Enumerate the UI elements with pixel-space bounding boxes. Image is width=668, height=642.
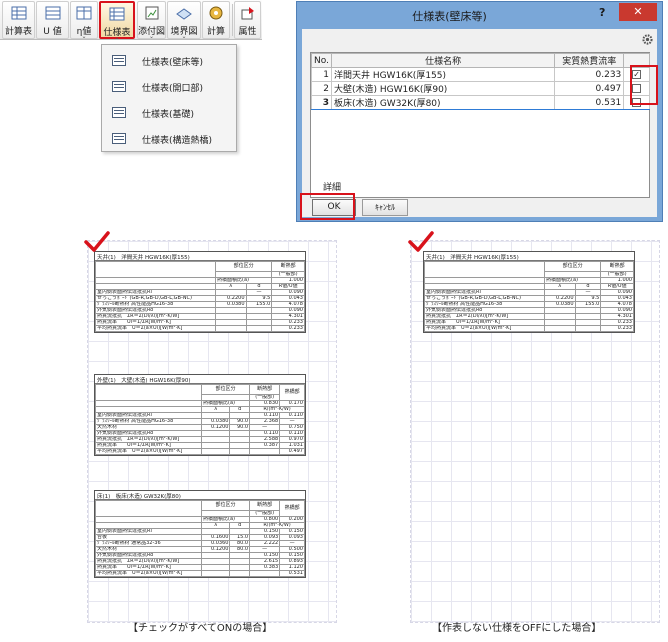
dialog-body: No. 仕様名称 実質熱貫流率 1 洋間天井 HGW16K(厚155) 0.23… — [302, 29, 657, 217]
table-icon — [112, 81, 126, 92]
attached-drawing-button[interactable]: 添付図 ⌄ — [137, 1, 166, 40]
caption-unchecked-off: 【作表しない仕様をOFFにした場合】 — [432, 623, 602, 634]
u-value-icon — [45, 6, 60, 20]
help-button[interactable]: ? — [599, 6, 605, 19]
preview-sheet-unchecked-off: 天井(1) 洋間天井 HGW16K(厚155) 部位区分 断熱部 (一般部) 熱橋… — [410, 240, 660, 623]
checkmark-icon — [408, 231, 434, 252]
report-caption: 天井(1) 洋間天井 HGW16K(厚155) — [95, 252, 305, 261]
column-header-name[interactable]: 仕様名称 — [330, 53, 556, 68]
grid-row-selected[interactable]: 3 板床(木造) GW32K(厚80) 0.531 — [311, 95, 650, 110]
calc-table-button[interactable]: 計算表 — [2, 1, 35, 39]
calculate-button[interactable]: 計算 — [202, 1, 230, 39]
spec-table-button[interactable]: 仕様表 ⌄ — [99, 1, 135, 41]
report-table-floor: 床(1) 板床(木造) GW32K(厚80) 部位区分 断熱部 熱橋部 (一般部) … — [94, 490, 306, 578]
spec-table-dialog: 仕様表(壁床等) ? ✕ No. 仕様名称 実質熱貫流率 1 洋間天井 HGW1… — [296, 1, 663, 222]
boundary-drawing-icon — [176, 8, 192, 20]
row-no: 3 — [311, 95, 332, 110]
spec-table-icon — [109, 7, 125, 21]
dialog-title: 仕様表(壁床等) — [412, 10, 487, 23]
grid-header-row: No. 仕様名称 実質熱貫流率 — [311, 53, 650, 68]
spec-table-menu: 仕様表(壁床等) 仕様表(開口部) 仕様表(基礎) 仕様表(構造熱橋) — [101, 44, 237, 152]
row-name: 洋間天井 HGW16K(厚155) — [330, 67, 556, 82]
menu-item-spec-foundation[interactable]: 仕様表(基礎) — [102, 99, 236, 126]
cancel-button[interactable]: ｷｬﾝｾﾙ — [362, 199, 408, 216]
report-table-ceiling: 天井(1) 洋間天井 HGW16K(厚155) 部位区分 断熱部 (一般部) 熱橋… — [94, 251, 306, 333]
attribute-icon — [241, 7, 254, 20]
report-grid: 部位区分 断熱部 熱橋部 (一般部) 熱橋面積比(a) 0.830 0.170 λ d R/… — [95, 384, 305, 455]
report-grid: 部位区分 断熱部 熱橋部 (一般部) 熱橋面積比(a) 0.800 0.200 λ d R/… — [95, 500, 305, 577]
row-name: 大壁(木造) HGW16K(厚90) — [330, 81, 556, 96]
ok-button-highlight — [300, 193, 355, 220]
report-table-wall: 外壁(1) 大壁(木造) HGW16K(厚90) 部位区分 断熱部 熱橋部 (一般部… — [94, 374, 306, 456]
boundary-drawing-button[interactable]: 境界図 ⌄ — [167, 1, 201, 40]
close-button[interactable]: ✕ — [619, 3, 657, 21]
column-header-no[interactable]: No. — [311, 53, 332, 68]
u-value-button[interactable]: U 値 — [36, 1, 69, 39]
menu-item-spec-openings[interactable]: 仕様表(開口部) — [102, 73, 236, 100]
row-no: 1 — [311, 67, 332, 82]
gear-icon[interactable] — [641, 33, 654, 46]
menu-item-spec-thermal-bridge[interactable]: 仕様表(構造熱橋) — [102, 125, 236, 152]
table-icon — [112, 55, 126, 66]
table-icon — [112, 107, 126, 118]
grid-row[interactable]: 2 大壁(木造) HGW16K(厚90) 0.497 — [311, 81, 650, 96]
grid-row[interactable]: 1 洋間天井 HGW16K(厚155) 0.233 ✓ — [311, 67, 650, 82]
spec-grid: No. 仕様名称 実質熱貫流率 1 洋間天井 HGW16K(厚155) 0.23… — [310, 52, 650, 198]
report-table-ceiling: 天井(1) 洋間天井 HGW16K(厚155) 部位区分 断熱部 (一般部) 熱橋… — [423, 251, 635, 333]
checkmark-icon — [84, 231, 110, 252]
report-caption: 床(1) 板床(木造) GW32K(厚80) — [95, 491, 305, 500]
report-grid: 部位区分 断熱部 (一般部) 熱橋面積比(a) 1.000 λ d R値/U値 室内側表… — [424, 261, 634, 332]
row-no: 2 — [311, 81, 332, 96]
toolbar-divider — [232, 4, 233, 36]
report-caption: 外壁(1) 大壁(木造) HGW16K(厚90) — [95, 375, 305, 384]
row-value: 0.497 — [554, 81, 625, 96]
table-icon — [112, 133, 126, 144]
calc-table-icon — [11, 6, 26, 20]
report-caption: 天井(1) 洋間天井 HGW16K(厚155) — [424, 252, 634, 261]
attribute-button[interactable]: 属性 — [234, 1, 261, 39]
preview-sheet-all-checked: 天井(1) 洋間天井 HGW16K(厚155) 部位区分 断熱部 (一般部) 熱橋… — [87, 240, 337, 623]
column-header-value[interactable]: 実質熱貫流率 — [554, 53, 625, 68]
calculate-icon — [209, 6, 223, 20]
row-value: 0.531 — [554, 95, 625, 110]
dialog-title-bar[interactable]: 仕様表(壁床等) ? ✕ — [297, 2, 662, 28]
attached-drawing-icon — [145, 6, 158, 20]
chevron-down-icon: ⌄ — [81, 33, 87, 40]
eta-value-button[interactable]: η値 ⌄ — [70, 1, 98, 40]
caption-all-checked: 【チェックがすべてONの場合】 — [128, 623, 273, 634]
report-grid: 部位区分 断熱部 (一般部) 熱橋面積比(a) 1.000 λ d R値/U値 室内側表… — [95, 261, 305, 332]
toolbar: 計算表 U 値 η値 ⌄ 仕様表 ⌄ 添付図 ⌄ 境界図 ⌄ 計算 属性 — [0, 0, 262, 41]
menu-item-spec-walls-floors[interactable]: 仕様表(壁床等) — [102, 47, 236, 74]
eta-value-icon — [76, 6, 92, 20]
checkbox-column-highlight — [630, 65, 658, 105]
row-value: 0.233 — [554, 67, 625, 82]
row-name: 板床(木造) GW32K(厚80) — [330, 95, 556, 110]
